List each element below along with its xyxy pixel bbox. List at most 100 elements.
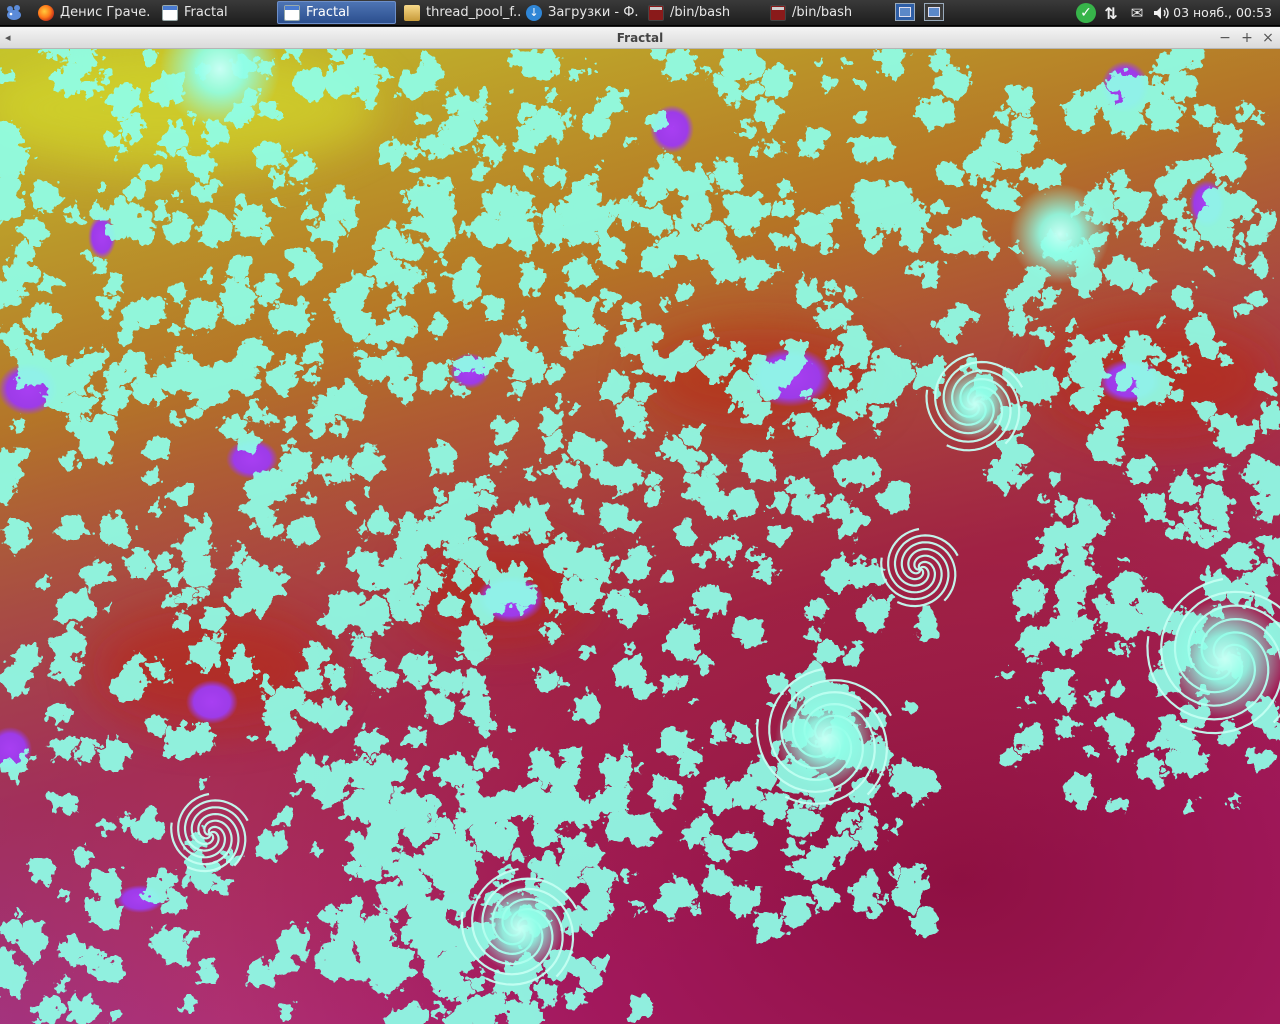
fractal-filament [878,893,888,903]
minimize-button[interactable]: − [1216,29,1234,47]
fractal-filament [680,193,713,226]
fractal-filament [186,297,220,331]
fractal-filament [827,347,838,358]
fractal-filament [764,798,787,821]
fractal-filament [56,979,69,992]
maximize-button[interactable]: + [1238,29,1256,47]
fractal-filament [438,899,450,911]
task-fractal-1[interactable]: Fractal [156,1,274,24]
app-menu-button[interactable] [0,0,28,26]
fractal-filament [619,868,632,881]
update-ok-icon[interactable]: ✓ [1075,0,1097,26]
fractal-filament [564,258,595,289]
fractal-filament [1107,70,1127,91]
fractal-filament [937,67,970,100]
task-thread-pool[interactable]: thread_pool_f... [398,1,520,24]
fractal-filament [438,324,449,334]
fractal-filament [476,493,497,514]
fractal-filament [1024,694,1034,705]
fractal-filament [1226,539,1257,570]
workspace-2-button[interactable] [924,3,944,21]
fractal-filament [81,250,94,262]
fractal-filament [743,395,770,422]
fractal-filament [425,690,456,721]
fractal-filament [1157,316,1167,326]
fractal-filament [1053,496,1074,517]
task-bash-2[interactable]: /bin/bash [764,1,882,24]
fractal-filament [749,146,762,159]
task-firefox[interactable]: Денис Граче... [32,1,150,24]
fractal-filament [783,339,805,361]
fractal-filament [99,66,115,82]
fractal-filament [1210,225,1224,240]
fractal-filament [163,889,187,914]
fractal-filament [115,143,130,158]
fractal-filament [562,745,585,769]
fractal-filament [434,491,444,501]
fractal-filament [404,725,427,748]
task-label: thread_pool_f... [426,5,520,20]
fractal-filament [569,401,581,413]
fractal-filament [431,850,443,862]
clock[interactable]: 03 нояб., 00:53 [1173,0,1272,26]
fractal-filament [871,428,881,437]
fractal-filament [239,440,257,458]
fractal-filament [314,565,323,574]
fractal-filament [582,891,614,922]
task-fractal-2[interactable]: Fractal [277,1,396,24]
volume-icon[interactable] [1151,0,1173,26]
fractal-filament [741,81,761,101]
fractal-filament [202,608,225,631]
window-icon [284,4,300,21]
fractal-filament [766,778,777,789]
fractal-filament [400,1015,410,1024]
fractal-filament [721,156,735,170]
fractal-filament [1088,690,1104,707]
fractal-filament [1246,289,1266,309]
fractal-filament [694,223,723,253]
fractal-canvas[interactable] [0,49,1280,1024]
fractal-filament [469,973,486,990]
fractal-filament [681,832,696,847]
fractal-filament [580,179,599,198]
fractal-filament [1,519,31,550]
fractal-filament [256,829,287,861]
fractal-filament [89,349,104,364]
fractal-filament [641,207,670,237]
fractal-filament [364,95,378,109]
fractal-filament [84,582,95,593]
fractal-filament [1065,520,1095,551]
network-icon[interactable]: ⇅ [1100,0,1122,26]
fractal-filament [162,125,189,153]
fractal-filament [521,469,535,482]
fractal-filament [357,353,385,381]
mail-icon[interactable]: ✉ [1126,0,1148,26]
fractal-filament [633,681,651,699]
window-titlebar[interactable]: ◂ Fractal − + × [0,27,1280,49]
fractal-filament [321,935,354,968]
fractal-filament [759,65,793,100]
fractal-filament [1255,562,1273,580]
fractal-filament [1177,747,1207,777]
fractal-filament [657,570,670,584]
fractal-filament [360,598,391,629]
fractal-filament [726,403,736,413]
fractal-filament [29,347,45,362]
fractal-filament [984,241,1001,258]
fractal-filament [923,103,949,129]
fractal-filament [638,246,668,276]
fractal-filament [450,382,468,400]
fractal-filament [103,602,113,612]
fractal-filament [44,372,71,399]
fractal-filament [437,252,447,262]
fractal-filament [403,142,420,159]
fractal-filament [339,195,352,208]
close-button[interactable]: × [1259,29,1277,47]
task-bash-1[interactable]: /bin/bash [642,1,760,24]
fractal-filament [661,879,696,913]
fractal-filament [1007,749,1021,763]
workspace-1-button[interactable] [895,3,915,21]
fractal-filament [814,639,840,665]
task-downloads[interactable]: ↓ Загрузки - Ф... [520,1,638,24]
fractal-filament [1067,319,1078,330]
